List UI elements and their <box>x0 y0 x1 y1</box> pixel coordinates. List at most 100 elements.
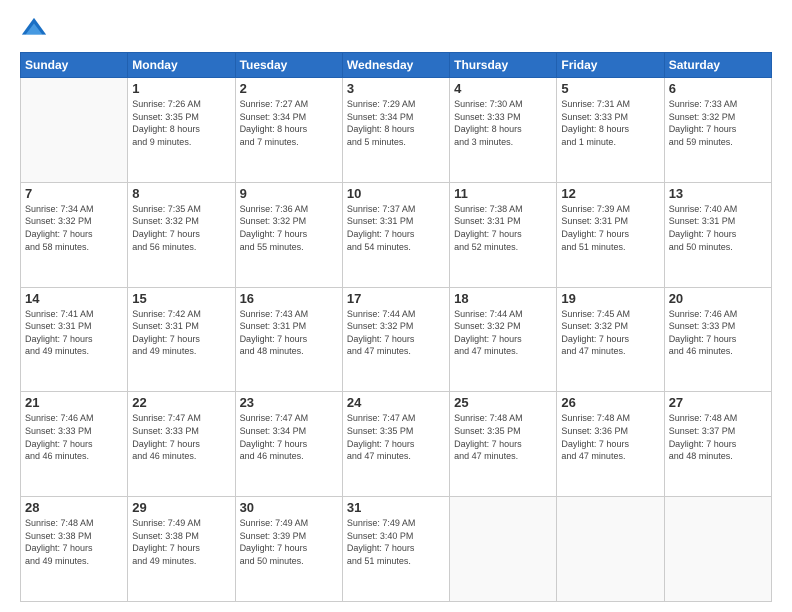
calendar-cell: 11 Sunrise: 7:38 AM Sunset: 3:31 PM Dayli… <box>450 182 557 287</box>
calendar-cell: 29 Sunrise: 7:49 AM Sunset: 3:38 PM Dayli… <box>128 497 235 602</box>
day-number: 17 <box>347 291 445 306</box>
logo-icon <box>20 16 48 44</box>
calendar-cell: 14 Sunrise: 7:41 AM Sunset: 3:31 PM Dayli… <box>21 287 128 392</box>
day-info: Sunrise: 7:47 AM Sunset: 3:33 PM Dayligh… <box>132 412 230 462</box>
day-number: 4 <box>454 81 552 96</box>
calendar-cell: 30Sunrise: 7:49 AM Sunset: 3:39 PM Dayli… <box>235 497 342 602</box>
calendar-cell: 26 Sunrise: 7:48 AM Sunset: 3:36 PM Dayli… <box>557 392 664 497</box>
weekday-header-row: SundayMondayTuesdayWednesdayThursdayFrid… <box>21 53 772 78</box>
day-number: 15 <box>132 291 230 306</box>
day-number: 29 <box>132 500 230 515</box>
calendar-cell: 6Sunrise: 7:33 AM Sunset: 3:32 PM Daylig… <box>664 78 771 183</box>
day-number: 8 <box>132 186 230 201</box>
week-row-2: 14 Sunrise: 7:41 AM Sunset: 3:31 PM Dayli… <box>21 287 772 392</box>
day-number: 14 <box>25 291 123 306</box>
calendar-cell: 24 Sunrise: 7:47 AM Sunset: 3:35 PM Dayli… <box>342 392 449 497</box>
day-number: 16 <box>240 291 338 306</box>
calendar-cell: 25 Sunrise: 7:48 AM Sunset: 3:35 PM Dayli… <box>450 392 557 497</box>
day-number: 22 <box>132 395 230 410</box>
calendar-cell: 1 Sunrise: 7:26 AM Sunset: 3:35 PM Daylig… <box>128 78 235 183</box>
day-number: 28 <box>25 500 123 515</box>
week-row-0: 1 Sunrise: 7:26 AM Sunset: 3:35 PM Daylig… <box>21 78 772 183</box>
day-info: Sunrise: 7:48 AM Sunset: 3:38 PM Dayligh… <box>25 517 123 567</box>
day-info: Sunrise: 7:48 AM Sunset: 3:37 PM Dayligh… <box>669 412 767 462</box>
calendar-cell: 28 Sunrise: 7:48 AM Sunset: 3:38 PM Dayli… <box>21 497 128 602</box>
day-info: Sunrise: 7:45 AM Sunset: 3:32 PM Dayligh… <box>561 308 659 358</box>
day-number: 3 <box>347 81 445 96</box>
day-info: Sunrise: 7:41 AM Sunset: 3:31 PM Dayligh… <box>25 308 123 358</box>
day-info: Sunrise: 7:48 AM Sunset: 3:35 PM Dayligh… <box>454 412 552 462</box>
week-row-4: 28 Sunrise: 7:48 AM Sunset: 3:38 PM Dayli… <box>21 497 772 602</box>
day-number: 21 <box>25 395 123 410</box>
day-info: Sunrise: 7:29 AM Sunset: 3:34 PM Dayligh… <box>347 98 445 148</box>
day-info: Sunrise: 7:43 AM Sunset: 3:31 PM Dayligh… <box>240 308 338 358</box>
calendar-cell <box>21 78 128 183</box>
day-info: Sunrise: 7:38 AM Sunset: 3:31 PM Dayligh… <box>454 203 552 253</box>
calendar-cell: 3 Sunrise: 7:29 AM Sunset: 3:34 PM Daylig… <box>342 78 449 183</box>
day-info: Sunrise: 7:27 AM Sunset: 3:34 PM Dayligh… <box>240 98 338 148</box>
day-number: 24 <box>347 395 445 410</box>
day-number: 31 <box>347 500 445 515</box>
day-number: 10 <box>347 186 445 201</box>
calendar-cell: 4 Sunrise: 7:30 AM Sunset: 3:33 PM Daylig… <box>450 78 557 183</box>
calendar-cell: 2 Sunrise: 7:27 AM Sunset: 3:34 PM Daylig… <box>235 78 342 183</box>
day-info: Sunrise: 7:46 AM Sunset: 3:33 PM Dayligh… <box>25 412 123 462</box>
day-info: Sunrise: 7:48 AM Sunset: 3:36 PM Dayligh… <box>561 412 659 462</box>
calendar-cell: 20 Sunrise: 7:46 AM Sunset: 3:33 PM Dayli… <box>664 287 771 392</box>
day-info: Sunrise: 7:49 AM Sunset: 3:40 PM Dayligh… <box>347 517 445 567</box>
day-info: Sunrise: 7:36 AM Sunset: 3:32 PM Dayligh… <box>240 203 338 253</box>
calendar-cell: 12 Sunrise: 7:39 AM Sunset: 3:31 PM Dayli… <box>557 182 664 287</box>
day-number: 2 <box>240 81 338 96</box>
calendar-cell <box>450 497 557 602</box>
calendar: SundayMondayTuesdayWednesdayThursdayFrid… <box>20 52 772 602</box>
day-number: 20 <box>669 291 767 306</box>
calendar-cell: 22 Sunrise: 7:47 AM Sunset: 3:33 PM Dayli… <box>128 392 235 497</box>
day-info: Sunrise: 7:44 AM Sunset: 3:32 PM Dayligh… <box>454 308 552 358</box>
calendar-cell: 8Sunrise: 7:35 AM Sunset: 3:32 PM Daylig… <box>128 182 235 287</box>
day-info: Sunrise: 7:37 AM Sunset: 3:31 PM Dayligh… <box>347 203 445 253</box>
day-number: 26 <box>561 395 659 410</box>
weekday-header-friday: Friday <box>557 53 664 78</box>
day-number: 5 <box>561 81 659 96</box>
day-info: Sunrise: 7:39 AM Sunset: 3:31 PM Dayligh… <box>561 203 659 253</box>
page: SundayMondayTuesdayWednesdayThursdayFrid… <box>0 0 792 612</box>
day-info: Sunrise: 7:26 AM Sunset: 3:35 PM Dayligh… <box>132 98 230 148</box>
day-info: Sunrise: 7:46 AM Sunset: 3:33 PM Dayligh… <box>669 308 767 358</box>
weekday-header-thursday: Thursday <box>450 53 557 78</box>
logo <box>20 16 52 44</box>
day-number: 18 <box>454 291 552 306</box>
weekday-header-monday: Monday <box>128 53 235 78</box>
calendar-cell: 7Sunrise: 7:34 AM Sunset: 3:32 PM Daylig… <box>21 182 128 287</box>
day-number: 11 <box>454 186 552 201</box>
day-number: 1 <box>132 81 230 96</box>
week-row-1: 7Sunrise: 7:34 AM Sunset: 3:32 PM Daylig… <box>21 182 772 287</box>
calendar-cell: 19Sunrise: 7:45 AM Sunset: 3:32 PM Dayli… <box>557 287 664 392</box>
calendar-cell: 9 Sunrise: 7:36 AM Sunset: 3:32 PM Daylig… <box>235 182 342 287</box>
day-info: Sunrise: 7:30 AM Sunset: 3:33 PM Dayligh… <box>454 98 552 148</box>
day-info: Sunrise: 7:33 AM Sunset: 3:32 PM Dayligh… <box>669 98 767 148</box>
calendar-cell: 16 Sunrise: 7:43 AM Sunset: 3:31 PM Dayli… <box>235 287 342 392</box>
calendar-cell: 17 Sunrise: 7:44 AM Sunset: 3:32 PM Dayli… <box>342 287 449 392</box>
calendar-cell: 31 Sunrise: 7:49 AM Sunset: 3:40 PM Dayli… <box>342 497 449 602</box>
day-info: Sunrise: 7:49 AM Sunset: 3:38 PM Dayligh… <box>132 517 230 567</box>
weekday-header-saturday: Saturday <box>664 53 771 78</box>
day-number: 27 <box>669 395 767 410</box>
day-info: Sunrise: 7:42 AM Sunset: 3:31 PM Dayligh… <box>132 308 230 358</box>
day-info: Sunrise: 7:44 AM Sunset: 3:32 PM Dayligh… <box>347 308 445 358</box>
calendar-cell <box>557 497 664 602</box>
calendar-cell: 13Sunrise: 7:40 AM Sunset: 3:31 PM Dayli… <box>664 182 771 287</box>
day-number: 13 <box>669 186 767 201</box>
weekday-header-tuesday: Tuesday <box>235 53 342 78</box>
week-row-3: 21 Sunrise: 7:46 AM Sunset: 3:33 PM Dayli… <box>21 392 772 497</box>
calendar-cell: 27 Sunrise: 7:48 AM Sunset: 3:37 PM Dayli… <box>664 392 771 497</box>
day-number: 9 <box>240 186 338 201</box>
day-info: Sunrise: 7:47 AM Sunset: 3:35 PM Dayligh… <box>347 412 445 462</box>
day-number: 12 <box>561 186 659 201</box>
weekday-header-wednesday: Wednesday <box>342 53 449 78</box>
calendar-cell: 15 Sunrise: 7:42 AM Sunset: 3:31 PM Dayli… <box>128 287 235 392</box>
day-number: 25 <box>454 395 552 410</box>
calendar-cell: 23Sunrise: 7:47 AM Sunset: 3:34 PM Dayli… <box>235 392 342 497</box>
weekday-header-sunday: Sunday <box>21 53 128 78</box>
calendar-cell: 10 Sunrise: 7:37 AM Sunset: 3:31 PM Dayli… <box>342 182 449 287</box>
calendar-cell: 18 Sunrise: 7:44 AM Sunset: 3:32 PM Dayli… <box>450 287 557 392</box>
